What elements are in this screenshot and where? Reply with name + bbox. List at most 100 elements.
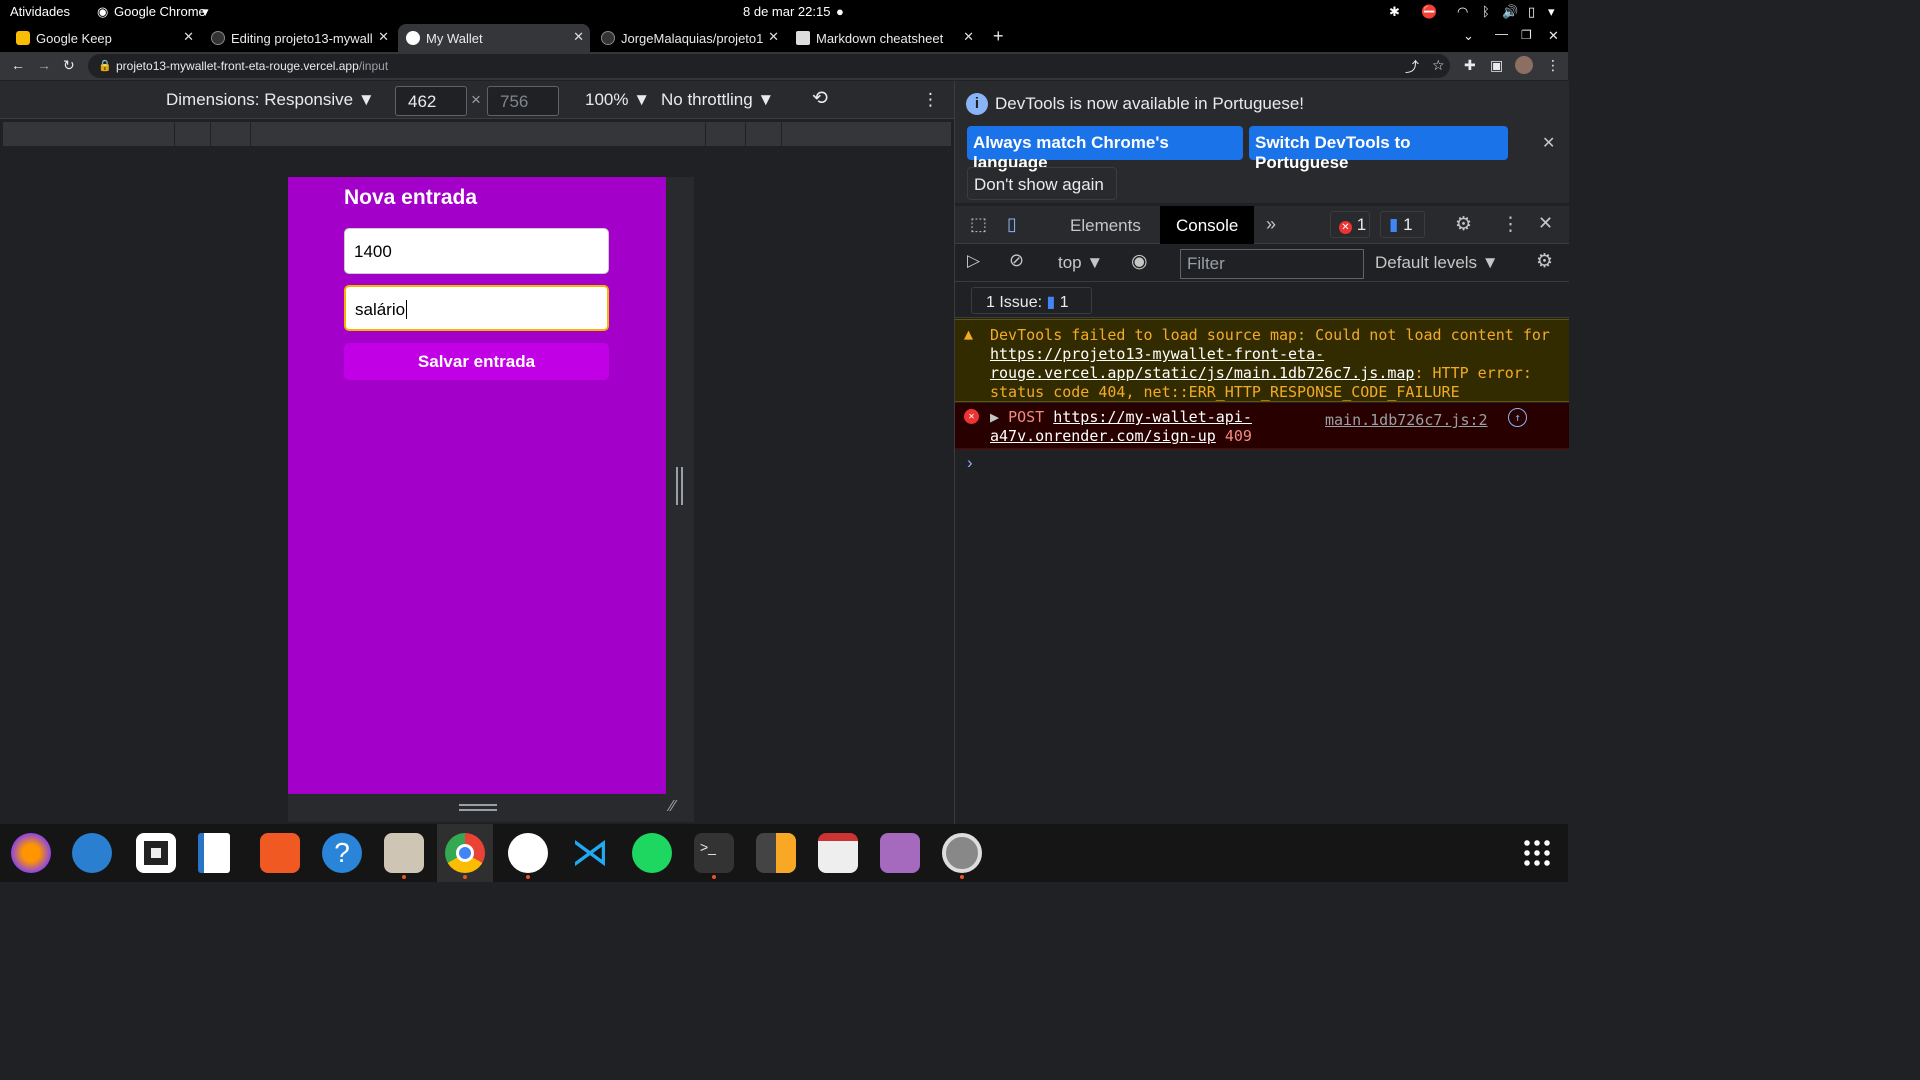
- writer-icon[interactable]: [198, 833, 230, 873]
- tab-elements[interactable]: Elements: [1054, 206, 1157, 244]
- always-match-language-button[interactable]: Always match Chrome's language: [967, 126, 1243, 172]
- url-bar[interactable]: 🔒 projeto13-mywallet-front-eta-rouge.ver…: [88, 54, 1450, 78]
- media-query-bar[interactable]: [3, 122, 951, 146]
- error-counter[interactable]: ✕ 1: [1330, 211, 1370, 238]
- files-folder-icon[interactable]: [384, 833, 424, 873]
- close-devtools-icon[interactable]: ✕: [1538, 213, 1553, 234]
- settings-gear-icon[interactable]: ⚙: [1455, 213, 1472, 236]
- extensions-puzzle-icon[interactable]: ✚: [1464, 57, 1476, 74]
- context-selector[interactable]: top ▼: [1058, 253, 1103, 273]
- spotify-icon[interactable]: [632, 833, 672, 873]
- clear-console-icon[interactable]: ⊘: [1009, 250, 1024, 271]
- throttling-dropdown[interactable]: No throttling ▼: [661, 90, 774, 110]
- sidebar-toggle-icon[interactable]: ▷: [967, 251, 980, 271]
- message-icon: ▮: [1389, 215, 1399, 234]
- rhythmbox-icon[interactable]: [136, 833, 176, 873]
- amount-input[interactable]: 1400: [344, 228, 609, 274]
- dimensions-dropdown[interactable]: Dimensions: Responsive ▼: [166, 90, 375, 110]
- description-input[interactable]: salário: [344, 285, 609, 331]
- forward-arrow-icon[interactable]: →: [37, 57, 51, 73]
- source-map-link[interactable]: https://projeto13-mywallet-front-eta-rou…: [990, 345, 1414, 382]
- new-tab-plus-icon[interactable]: +: [993, 26, 1004, 47]
- document-icon: [796, 31, 810, 45]
- thunderbird-icon[interactable]: [72, 833, 112, 873]
- close-icon[interactable]: ✕: [378, 29, 389, 45]
- show-applications-grid-icon[interactable]: [1522, 838, 1552, 868]
- log-levels-dropdown[interactable]: Default levels ▼: [1375, 253, 1499, 273]
- tab-console[interactable]: Console: [1160, 206, 1255, 244]
- kebab-menu-icon[interactable]: ⋮: [1546, 57, 1560, 74]
- wifi-icon[interactable]: ◠: [1457, 4, 1468, 20]
- network-request-icon[interactable]: ↑: [1508, 408, 1527, 427]
- terminal-icon[interactable]: >_: [694, 833, 734, 873]
- inspect-element-icon[interactable]: ⬚: [970, 214, 987, 235]
- video-player-icon[interactable]: [880, 833, 920, 873]
- viewport-resize-handle-right[interactable]: [666, 177, 694, 794]
- close-icon[interactable]: ✕: [768, 29, 779, 45]
- tab-jorge-repo[interactable]: JorgeMalaquias/projeto1 ✕: [593, 24, 785, 52]
- expand-triangle-icon[interactable]: ▶: [990, 408, 999, 426]
- chrome-dock-icon[interactable]: [445, 833, 485, 873]
- save-entry-button[interactable]: Salvar entrada: [344, 343, 609, 380]
- avatar[interactable]: [1515, 56, 1533, 74]
- viewport-resize-handle-bottom[interactable]: ⁄⁄: [288, 794, 694, 822]
- github-icon: [211, 31, 225, 45]
- device-toggle-icon[interactable]: ▯: [1007, 214, 1017, 235]
- tab-google-keep[interactable]: Google Keep ✕: [8, 24, 200, 52]
- kebab-menu-icon[interactable]: ⋮: [1501, 213, 1520, 236]
- battery-icon[interactable]: ▯: [1528, 4, 1535, 20]
- slack-tray-icon[interactable]: ✱: [1389, 4, 1400, 20]
- close-icon[interactable]: ✕: [573, 29, 584, 45]
- document-viewer-icon[interactable]: [818, 833, 858, 873]
- dont-show-again-button[interactable]: Don't show again: [967, 167, 1117, 200]
- help-icon[interactable]: ?: [322, 833, 362, 873]
- context-label: top: [1058, 253, 1082, 272]
- side-panel-icon[interactable]: ▣: [1490, 57, 1503, 74]
- height-input[interactable]: 756: [487, 86, 559, 116]
- more-options-icon[interactable]: ⋮: [922, 90, 939, 110]
- do-not-disturb-icon[interactable]: ⛔: [1421, 4, 1437, 20]
- tab-my-wallet[interactable]: My Wallet ✕: [398, 24, 590, 52]
- firefox-icon[interactable]: [11, 833, 51, 873]
- console-settings-gear-icon[interactable]: ⚙: [1536, 250, 1553, 273]
- live-expression-eye-icon[interactable]: ◉: [1131, 250, 1148, 273]
- calculator-icon[interactable]: [756, 833, 796, 873]
- tab-markdown-cheatsheet[interactable]: Markdown cheatsheet ✕: [788, 24, 980, 52]
- activities-button[interactable]: Atividades: [10, 4, 70, 19]
- settings-gear-dock-icon[interactable]: [942, 833, 982, 873]
- app-menu-label[interactable]: Google Chrome: [114, 4, 206, 19]
- error-method: POST: [1008, 408, 1045, 426]
- restore-icon[interactable]: ❐: [1521, 28, 1532, 42]
- tab-search-chevron-icon[interactable]: ⌄: [1463, 28, 1474, 44]
- width-input[interactable]: 462: [395, 86, 467, 116]
- volume-icon[interactable]: 🔊: [1502, 4, 1518, 20]
- back-arrow-icon[interactable]: ←: [11, 57, 25, 73]
- issues-button[interactable]: 1 Issue: ▮ 1: [971, 287, 1092, 314]
- slack-icon[interactable]: [508, 833, 548, 873]
- console-filter-input[interactable]: Filter: [1180, 249, 1364, 279]
- clock[interactable]: 8 de mar 22:15: [743, 4, 830, 19]
- bookmark-star-icon[interactable]: ☆: [1432, 57, 1445, 74]
- vscode-icon[interactable]: ⋊: [570, 833, 610, 873]
- message-counter[interactable]: ▮ 1: [1380, 211, 1425, 238]
- corner-resize-icon[interactable]: ⁄⁄: [670, 798, 675, 816]
- close-icon[interactable]: ✕: [1542, 133, 1555, 153]
- rotate-icon[interactable]: ⟲: [812, 87, 828, 110]
- close-icon[interactable]: ✕: [963, 29, 974, 45]
- power-menu-chevron-icon[interactable]: ▾: [1548, 4, 1555, 20]
- minimize-icon[interactable]: —: [1495, 26, 1508, 41]
- more-tabs-icon[interactable]: »: [1266, 214, 1276, 235]
- bluetooth-icon[interactable]: ᛒ: [1482, 4, 1490, 19]
- console-error-message: ✕ ▶ POST https://my-wallet-api-a47v.onre…: [955, 403, 1569, 449]
- tab-editing-repo[interactable]: Editing projeto13-mywall ✕: [203, 24, 395, 52]
- switch-to-portuguese-button[interactable]: Switch DevTools to Portuguese: [1249, 126, 1508, 172]
- console-prompt-chevron-icon[interactable]: ›: [967, 453, 973, 473]
- error-source-link[interactable]: main.1db726c7.js:2: [1325, 411, 1488, 429]
- close-window-icon[interactable]: ✕: [1548, 28, 1559, 44]
- tab-title: JorgeMalaquias/projeto1: [621, 30, 763, 46]
- close-icon[interactable]: ✕: [183, 29, 194, 45]
- share-icon[interactable]: ⤴: [1405, 57, 1419, 77]
- zoom-dropdown[interactable]: 100% ▼: [585, 90, 650, 110]
- app-center-icon[interactable]: [260, 833, 300, 873]
- reload-icon[interactable]: ↻: [63, 57, 75, 74]
